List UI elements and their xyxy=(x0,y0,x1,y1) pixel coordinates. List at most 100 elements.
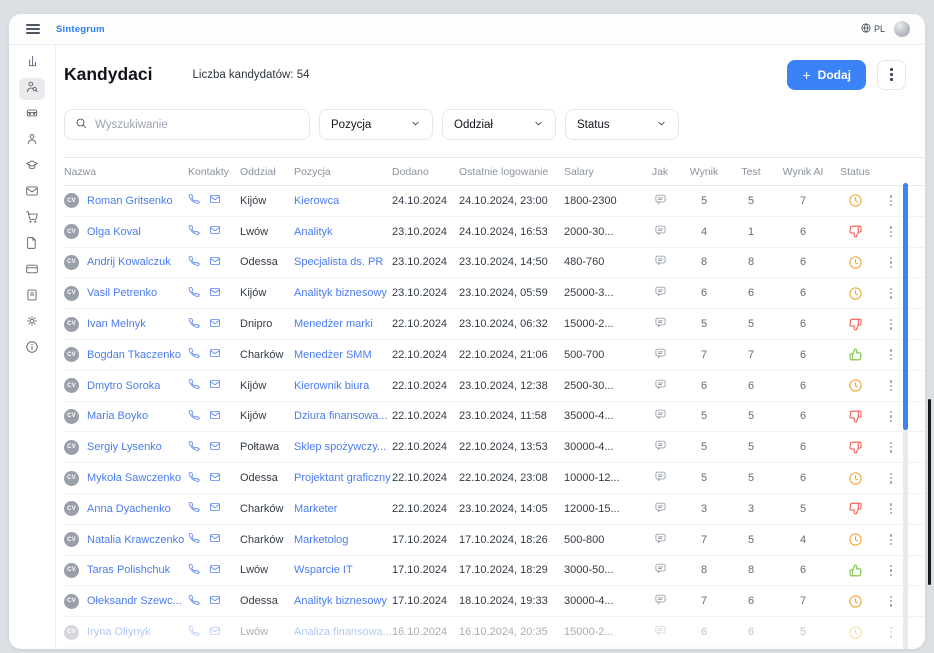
comment-bubble-icon[interactable] xyxy=(654,316,667,332)
cv-avatar[interactable]: CV xyxy=(64,594,79,609)
row-kebab-button[interactable] xyxy=(877,596,905,607)
status-badge[interactable] xyxy=(833,440,877,455)
row-kebab-button[interactable] xyxy=(877,349,905,360)
status-badge[interactable] xyxy=(833,347,877,362)
header-kebab-button[interactable] xyxy=(877,60,906,90)
sidebar-item-dashboard[interactable] xyxy=(19,52,45,74)
phone-icon[interactable] xyxy=(188,255,200,270)
cv-avatar[interactable]: CV xyxy=(64,255,79,270)
row-kebab-button[interactable] xyxy=(877,565,905,576)
position-link[interactable]: Analityk biznesowy xyxy=(294,287,387,299)
comment-bubble-icon[interactable] xyxy=(654,470,667,486)
phone-icon[interactable] xyxy=(188,471,200,486)
position-link[interactable]: Kierowca xyxy=(294,195,339,207)
cv-avatar[interactable]: CV xyxy=(64,317,79,332)
status-badge[interactable] xyxy=(833,224,877,239)
email-icon[interactable] xyxy=(209,286,221,301)
row-kebab-button[interactable] xyxy=(877,442,905,453)
sidebar-item-payments[interactable] xyxy=(19,260,45,282)
menu-toggle-icon[interactable] xyxy=(26,24,40,34)
status-badge[interactable] xyxy=(833,255,877,270)
status-badge[interactable] xyxy=(833,532,877,547)
position-link[interactable]: Analiza finansowa... xyxy=(294,626,392,638)
email-icon[interactable] xyxy=(209,625,221,640)
candidate-name-link[interactable]: Dmytro Soroka xyxy=(87,380,160,392)
position-link[interactable]: Analityk xyxy=(294,226,333,238)
status-badge[interactable] xyxy=(833,317,877,332)
email-icon[interactable] xyxy=(209,532,221,547)
cv-avatar[interactable]: CV xyxy=(64,440,79,455)
email-icon[interactable] xyxy=(209,224,221,239)
position-link[interactable]: Specjalista ds. PR xyxy=(294,256,383,268)
candidate-name-link[interactable]: Maria Boyko xyxy=(87,410,148,422)
email-icon[interactable] xyxy=(209,193,221,208)
candidate-name-link[interactable]: Vasil Petrenko xyxy=(87,287,157,299)
phone-icon[interactable] xyxy=(188,193,200,208)
comment-bubble-icon[interactable] xyxy=(654,254,667,270)
status-badge[interactable] xyxy=(833,625,877,640)
phone-icon[interactable] xyxy=(188,378,200,393)
phone-icon[interactable] xyxy=(188,501,200,516)
row-kebab-button[interactable] xyxy=(877,473,905,484)
cv-avatar[interactable]: CV xyxy=(64,347,79,362)
candidate-name-link[interactable]: Anna Dyachenko xyxy=(87,503,171,515)
cv-avatar[interactable]: CV xyxy=(64,471,79,486)
cv-avatar[interactable]: CV xyxy=(64,501,79,516)
comment-bubble-icon[interactable] xyxy=(654,285,667,301)
branch-filter-dropdown[interactable]: Oddział xyxy=(442,109,556,140)
comment-bubble-icon[interactable] xyxy=(654,408,667,424)
cv-avatar[interactable]: CV xyxy=(64,532,79,547)
user-avatar[interactable] xyxy=(894,21,910,37)
phone-icon[interactable] xyxy=(188,563,200,578)
email-icon[interactable] xyxy=(209,347,221,362)
position-filter-dropdown[interactable]: Pozycja xyxy=(319,109,433,140)
status-badge[interactable] xyxy=(833,594,877,609)
sidebar-item-settings[interactable] xyxy=(19,312,45,334)
status-badge[interactable] xyxy=(833,501,877,516)
email-icon[interactable] xyxy=(209,378,221,393)
status-badge[interactable] xyxy=(833,563,877,578)
candidate-name-link[interactable]: Taras Polishchuk xyxy=(87,564,170,576)
position-link[interactable]: Kierownik biura xyxy=(294,380,369,392)
email-icon[interactable] xyxy=(209,317,221,332)
candidate-name-link[interactable]: Bogdan Tkaczenko xyxy=(87,349,181,361)
row-kebab-button[interactable] xyxy=(877,411,905,422)
search-input[interactable] xyxy=(95,119,299,131)
phone-icon[interactable] xyxy=(188,224,200,239)
candidate-name-link[interactable]: Andrij Kowalczuk xyxy=(87,256,171,268)
email-icon[interactable] xyxy=(209,255,221,270)
cv-avatar[interactable]: CV xyxy=(64,378,79,393)
sidebar-item-vehicles[interactable] xyxy=(19,104,45,126)
email-icon[interactable] xyxy=(209,440,221,455)
comment-bubble-icon[interactable] xyxy=(654,193,667,209)
comment-bubble-icon[interactable] xyxy=(654,532,667,548)
email-icon[interactable] xyxy=(209,594,221,609)
position-link[interactable]: Dziura finansowa... xyxy=(294,410,388,422)
position-link[interactable]: Analityk biznesowy xyxy=(294,595,387,607)
comment-bubble-icon[interactable] xyxy=(654,224,667,240)
comment-bubble-icon[interactable] xyxy=(654,562,667,578)
os-scrollbar-thumb[interactable] xyxy=(928,399,931,585)
candidate-name-link[interactable]: Sergiy Lysenko xyxy=(87,441,162,453)
sidebar-item-shop[interactable] xyxy=(19,208,45,230)
sidebar-item-education[interactable] xyxy=(19,156,45,178)
candidate-name-link[interactable]: Natalia Krawczenko xyxy=(87,534,184,546)
email-icon[interactable] xyxy=(209,409,221,424)
cv-avatar[interactable]: CV xyxy=(64,625,79,640)
cv-avatar[interactable]: CV xyxy=(64,224,79,239)
table-scrollbar-track[interactable] xyxy=(903,183,908,649)
row-kebab-button[interactable] xyxy=(877,627,905,638)
row-kebab-button[interactable] xyxy=(877,534,905,545)
row-kebab-button[interactable] xyxy=(877,288,905,299)
row-kebab-button[interactable] xyxy=(877,503,905,514)
language-switcher[interactable]: PL xyxy=(861,23,885,35)
status-badge[interactable] xyxy=(833,471,877,486)
sidebar-item-help[interactable] xyxy=(19,338,45,360)
cv-avatar[interactable]: CV xyxy=(64,563,79,578)
comment-bubble-icon[interactable] xyxy=(654,347,667,363)
candidate-name-link[interactable]: Ivan Melnyk xyxy=(87,318,146,330)
position-link[interactable]: Projektant graficzny xyxy=(294,472,391,484)
add-candidate-button[interactable]: + Dodaj xyxy=(787,60,866,90)
comment-bubble-icon[interactable] xyxy=(654,378,667,394)
table-scrollbar-thumb[interactable] xyxy=(903,183,908,430)
